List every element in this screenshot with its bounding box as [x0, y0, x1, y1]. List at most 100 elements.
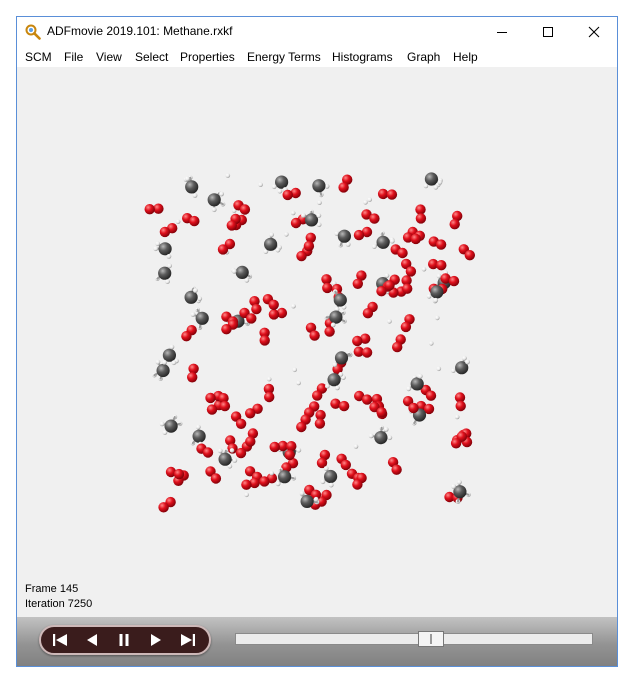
carbon-atom	[278, 470, 292, 484]
hydrogen-atom	[275, 247, 281, 253]
menu-properties[interactable]: Properties	[180, 50, 235, 64]
oxygen-atom	[361, 347, 373, 358]
skip-to-end-icon	[181, 634, 195, 646]
oxygen-atom	[144, 204, 155, 215]
oxygen-atom	[259, 335, 270, 346]
minimize-button[interactable]	[479, 17, 525, 47]
oxygen-atom	[449, 219, 460, 230]
molecule-viewport[interactable]: Frame 145 Iteration 7250	[17, 67, 617, 617]
hydrogen-atom	[258, 182, 263, 187]
hydrogen-atom	[389, 238, 395, 244]
hydrogen-atom	[421, 266, 427, 272]
hydrogen-atom	[417, 373, 423, 379]
hydrogen-atom	[367, 197, 373, 202]
hydrogen-atom	[384, 273, 390, 278]
pause-button[interactable]	[111, 631, 137, 649]
frame-label: Frame 145	[25, 583, 79, 595]
play-button[interactable]	[143, 631, 169, 649]
app-window: ADFmovie 2019.101: Methane.rxkf SCM File…	[16, 16, 618, 667]
menu-bar: SCM File View Select Properties Energy T…	[17, 47, 617, 67]
skip-to-start-icon	[53, 634, 67, 646]
hydrogen-atom	[371, 244, 377, 250]
menu-energy-terms[interactable]: Energy Terms	[247, 50, 321, 64]
oxygen-atom	[338, 182, 349, 193]
hydrogen-atom	[450, 368, 456, 373]
oxygen-atom	[290, 217, 302, 229]
hydrogen-atom	[383, 427, 389, 432]
oxygen-atom	[324, 326, 335, 337]
hydrogen-atom	[166, 254, 172, 259]
menu-select[interactable]: Select	[135, 50, 168, 64]
carbon-atom	[337, 229, 351, 243]
hydrogen-atom	[169, 344, 175, 350]
hydrogen-atom	[269, 232, 274, 238]
oxygen-atom	[408, 402, 419, 414]
carbon-atom	[195, 311, 209, 325]
oxygen-atom	[202, 447, 214, 458]
playback-controls	[39, 625, 211, 655]
oxygen-atom	[392, 341, 403, 353]
oxygen-atom	[402, 283, 413, 294]
oxygen-atom	[235, 447, 247, 459]
maximize-button[interactable]	[525, 17, 571, 47]
oxygen-atom	[296, 250, 307, 262]
oxygen-atom	[352, 335, 363, 347]
oxygen-atom	[353, 229, 365, 241]
step-back-button[interactable]	[79, 631, 105, 649]
skip-to-start-button[interactable]	[47, 631, 73, 649]
hydrogen-atom	[436, 366, 442, 372]
playback-bar	[17, 617, 617, 666]
hydrogen-atom	[290, 210, 296, 216]
oxygen-atom	[386, 189, 398, 200]
step-back-icon	[87, 634, 97, 646]
hydrogen-atom	[211, 207, 217, 213]
title-bar[interactable]: ADFmovie 2019.101: Methane.rxkf	[17, 17, 617, 47]
menu-graph[interactable]: Graph	[407, 50, 440, 64]
hydrogen-atom	[162, 360, 168, 365]
menu-scm[interactable]: SCM	[25, 50, 52, 64]
hydrogen-atom	[185, 176, 190, 182]
hydrogen-atom	[195, 424, 201, 430]
menu-help[interactable]: Help	[453, 50, 478, 64]
hydrogen-atom	[296, 447, 302, 453]
frame-slider-thumb[interactable]	[418, 631, 444, 647]
frame-slider[interactable]	[235, 631, 593, 647]
app-logo-icon	[25, 24, 41, 40]
hydrogen-atom	[332, 362, 338, 368]
hydrogen-atom	[229, 448, 235, 453]
oxygen-atom	[217, 244, 229, 255]
hydrogen-atom	[363, 200, 368, 205]
hydrogen-atom	[175, 219, 181, 224]
hydrogen-atom	[291, 303, 296, 309]
hydrogen-atom	[462, 355, 467, 361]
window-title: ADFmovie 2019.101: Methane.rxkf	[47, 24, 233, 38]
hydrogen-atom	[451, 484, 456, 489]
hydrogen-atom	[155, 241, 161, 247]
molecule-render[interactable]	[17, 67, 617, 617]
oxygen-atom	[206, 404, 218, 415]
menu-view[interactable]: View	[96, 50, 122, 64]
hydrogen-atom	[232, 458, 238, 463]
oxygen-atom	[210, 473, 222, 484]
oxygen-atom	[205, 392, 216, 404]
carbon-atom	[327, 373, 341, 387]
oxygen-atom	[391, 464, 402, 475]
oxygen-atom	[309, 330, 320, 341]
carbon-atom	[300, 494, 314, 508]
close-button[interactable]	[571, 17, 617, 47]
hydrogen-atom	[153, 246, 159, 252]
carbon-atom	[162, 348, 176, 362]
hydrogen-atom	[292, 367, 298, 373]
hydrogen-atom	[271, 184, 277, 190]
oxygen-atom	[303, 240, 315, 252]
oxygen-atom	[361, 394, 373, 405]
carbon-atom	[333, 293, 347, 307]
hydrogen-atom	[325, 383, 330, 389]
minimize-icon	[497, 32, 507, 33]
menu-histograms[interactable]: Histograms	[332, 50, 393, 64]
hydrogen-atom	[284, 232, 289, 237]
menu-file[interactable]: File	[64, 50, 83, 64]
oxygen-atom	[264, 391, 275, 403]
skip-to-end-button[interactable]	[175, 631, 201, 649]
hydrogen-atom	[277, 188, 283, 194]
